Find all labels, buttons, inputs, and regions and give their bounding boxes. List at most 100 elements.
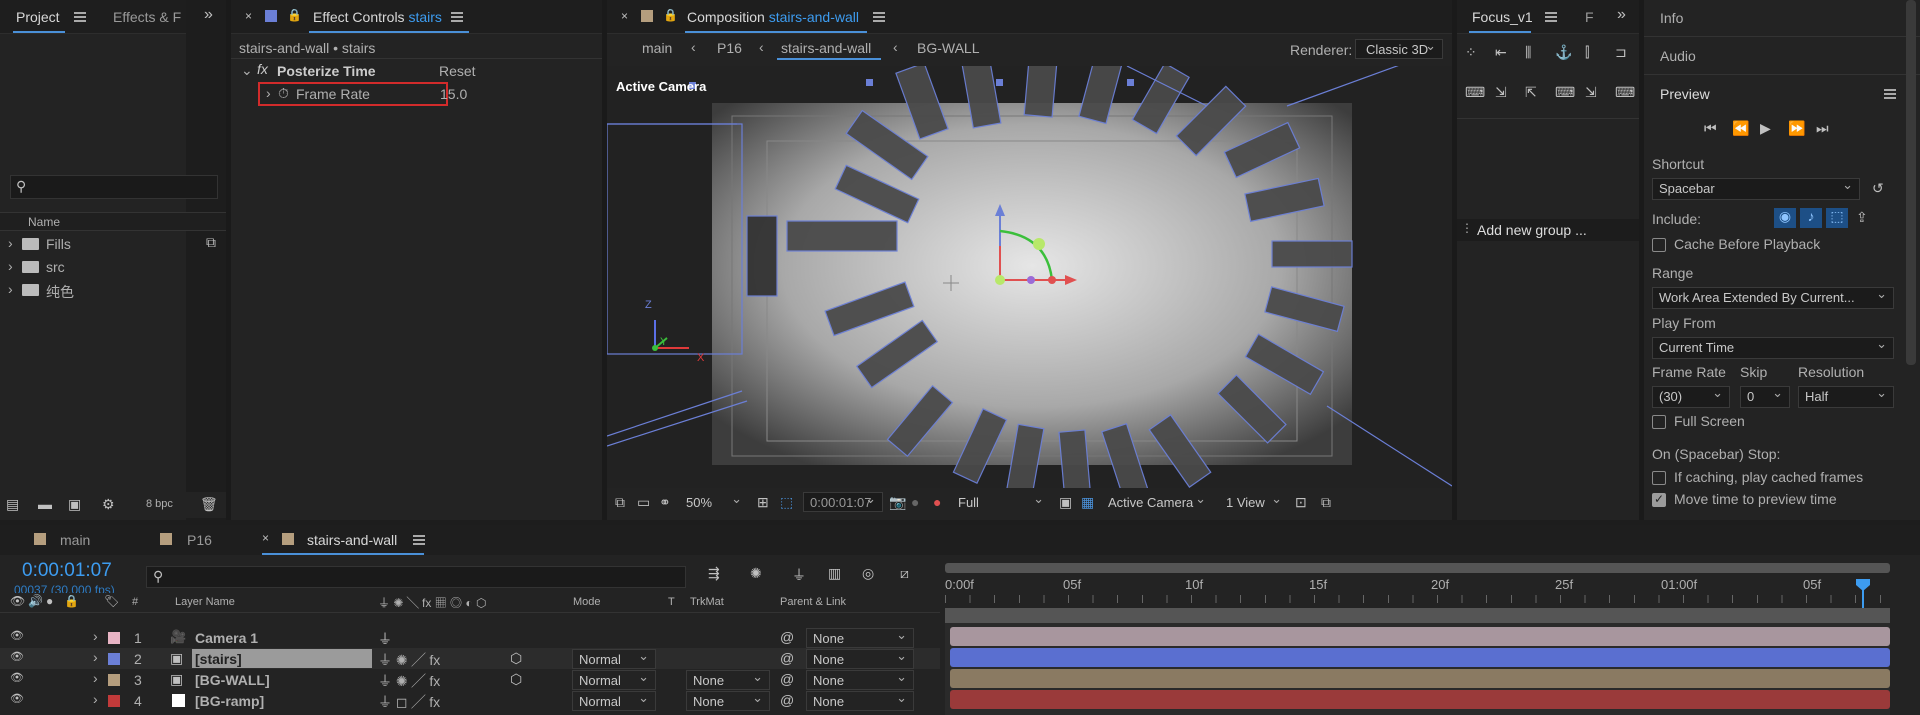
include-video-icon[interactable]: ◉ <box>1774 208 1796 228</box>
trkmat-dropdown[interactable]: None <box>686 669 770 690</box>
layer-label-swatch[interactable] <box>108 695 120 707</box>
if-caching-checkbox[interactable] <box>1652 471 1666 485</box>
include-audio-icon[interactable]: ♪ <box>1800 208 1822 228</box>
parent-dropdown[interactable]: None <box>806 627 914 648</box>
always-preview-icon[interactable]: ⧉ <box>615 494 625 511</box>
timecode-field[interactable]: 0:00:01:07 <box>803 491 883 512</box>
interpret-footage-icon[interactable]: ▤ <box>6 496 19 513</box>
layer-bar-camera[interactable] <box>950 627 1890 646</box>
parent-pickwhip-icon[interactable]: @ <box>780 692 794 708</box>
timeline-tab-p16[interactable]: P16 <box>187 532 212 548</box>
chevron-right-icon[interactable]: › <box>93 670 98 686</box>
3d-layer-icon[interactable]: ⬡ <box>510 650 522 667</box>
project-settings-icon[interactable]: ⚙ <box>102 496 115 513</box>
include-overlays-icon[interactable]: ⬚ <box>1826 208 1848 228</box>
eye-icon[interactable]: 👁 <box>10 692 24 705</box>
layer-name[interactable]: [stairs] <box>195 651 242 667</box>
parent-pickwhip-icon[interactable]: @ <box>780 671 794 687</box>
flowchart-icon[interactable]: ⧉ <box>1321 494 1331 511</box>
comment-icon[interactable]: ⌨ <box>1555 84 1575 101</box>
mode-dropdown[interactable]: Normal <box>572 690 656 711</box>
comment-icon[interactable]: ⌨ <box>1615 84 1635 101</box>
name-column-header[interactable]: Name <box>0 212 226 231</box>
resolution-dropdown[interactable]: Full <box>951 491 1051 512</box>
chevron-right-icon[interactable]: › <box>8 281 13 297</box>
info-panel-header[interactable]: Info <box>1660 10 1683 26</box>
pin-icon[interactable]: ⇱ <box>1525 84 1537 101</box>
parent-pickwhip-icon[interactable]: @ <box>780 629 794 645</box>
eye-icon[interactable]: 👁 <box>10 629 24 642</box>
align-right-icon[interactable]: ⊐ <box>1615 44 1627 61</box>
range-dropdown[interactable]: Work Area Extended By Current... <box>1652 286 1894 309</box>
layer-row[interactable]: 👁 › 1 🎥 Camera 1 ⏚ @ None <box>0 627 940 648</box>
layer-switches[interactable]: ⏚ ✺ ╱ fx <box>378 671 440 691</box>
layer-name-header[interactable]: Layer Name <box>175 596 235 608</box>
layer-row[interactable]: 👁 › 2 ▣ [stairs] ⏚ ✺ ╱ fx ⬡ Normal @ Non… <box>0 648 940 669</box>
layer-row[interactable]: 👁 › 3 ▣ [BG-WALL] ⏚ ✺ ╱ fx ⬡ Normal None… <box>0 669 940 690</box>
channels-icon[interactable]: ● <box>933 494 941 510</box>
chevron-right-icon[interactable]: › <box>93 628 98 644</box>
zoom-dropdown[interactable]: 50% <box>679 491 749 512</box>
tab-composition[interactable]: Composition stairs-and-wall <box>687 9 859 25</box>
trkmat-dropdown[interactable]: None <box>686 690 770 711</box>
chevron-right-icon[interactable]: › <box>93 649 98 665</box>
resolution-dropdown[interactable]: Half <box>1798 385 1894 408</box>
frame-rate-dropdown[interactable]: (30) <box>1652 385 1730 408</box>
views-dropdown[interactable]: 1 View <box>1219 491 1289 512</box>
timeline-tab-stairs-and-wall[interactable]: stairs-and-wall <box>307 532 397 548</box>
search-input[interactable]: ⚲ <box>10 175 218 199</box>
parent-dropdown[interactable]: None <box>806 648 914 669</box>
renderer-dropdown[interactable]: Classic 3D <box>1355 38 1443 59</box>
focus-menu-icon[interactable] <box>1545 12 1557 22</box>
shy-icon[interactable]: ⏚ <box>378 629 392 649</box>
close-icon[interactable]: × <box>245 9 252 23</box>
trash-icon[interactable]: 🗑 <box>200 496 218 513</box>
layer-name[interactable]: [BG-ramp] <box>195 693 264 709</box>
draft-3d-icon[interactable]: ✺ <box>750 565 762 582</box>
distribute-icon[interactable]: ⫿ <box>1585 44 1589 61</box>
tab-project[interactable]: Project <box>16 9 60 25</box>
chevron-right-icon[interactable]: » <box>204 6 213 24</box>
layer-row[interactable]: 👁 › 4 [BG-ramp] ⏚ ◻ ╱ fx Normal None @ N… <box>0 690 940 711</box>
list-item[interactable]: › src <box>0 257 226 278</box>
anchor-icon[interactable]: ⚓ <box>1555 44 1572 61</box>
composition-menu-icon[interactable] <box>873 12 885 22</box>
breadcrumb-stairs-and-wall[interactable]: stairs-and-wall <box>781 40 871 56</box>
snapshot-icon[interactable]: 📷 <box>889 494 906 511</box>
first-frame-icon[interactable]: ⏮ <box>1704 120 1717 137</box>
export-icon[interactable]: ⇪ <box>1856 209 1868 226</box>
reset-button[interactable]: Reset <box>439 63 476 79</box>
timeline-search-input[interactable]: ⚲ <box>146 566 686 588</box>
eye-icon[interactable]: 👁 <box>10 671 24 684</box>
layer-name[interactable]: Camera 1 <box>195 630 258 646</box>
layer-bar-stairs[interactable] <box>950 648 1890 667</box>
layer-switches[interactable]: ⏚ ✺ ╱ fx <box>378 650 440 670</box>
comment-icon[interactable]: ⌨ <box>1465 84 1485 101</box>
list-item[interactable]: › Fills <box>0 234 226 255</box>
pin-icon[interactable]: ⇲ <box>1495 84 1507 101</box>
work-area-bar[interactable] <box>945 563 1890 573</box>
chevron-down-icon[interactable]: ⌄ <box>241 62 253 79</box>
chevron-right-icon[interactable]: › <box>266 85 271 101</box>
shortcut-dropdown[interactable]: Spacebar <box>1652 177 1860 200</box>
expand-icon[interactable]: ⁘ <box>1465 44 1477 61</box>
tab-effects[interactable]: Effects & F <box>113 9 181 25</box>
drag-handle-icon[interactable]: ⋮ <box>1461 221 1473 235</box>
timeline-tab-main[interactable]: main <box>60 532 90 548</box>
chevron-right-icon[interactable]: › <box>93 691 98 707</box>
flowchart-icon[interactable]: ⧉ <box>206 234 216 251</box>
graph-editor-icon[interactable]: ⧄ <box>900 565 909 582</box>
bpc-button[interactable]: 8 bpc <box>146 498 173 510</box>
chevron-right-icon[interactable]: › <box>8 235 13 251</box>
layer-label-swatch[interactable] <box>108 632 120 644</box>
parent-dropdown[interactable]: None <box>806 690 914 711</box>
cache-before-playback-checkbox[interactable] <box>1652 238 1666 252</box>
chevron-right-icon[interactable]: › <box>8 258 13 274</box>
3d-layer-icon[interactable]: ⬡ <box>510 671 522 688</box>
shy-icon[interactable]: ⏚ <box>792 565 806 585</box>
play-icon[interactable]: ▶ <box>1760 120 1771 137</box>
layer-bar-bg-wall[interactable] <box>950 669 1890 688</box>
grid-icon[interactable]: ⊞ <box>757 494 769 511</box>
next-frame-icon[interactable]: ⏩ <box>1788 120 1805 137</box>
motion-blur-icon[interactable]: ◎ <box>862 565 874 582</box>
